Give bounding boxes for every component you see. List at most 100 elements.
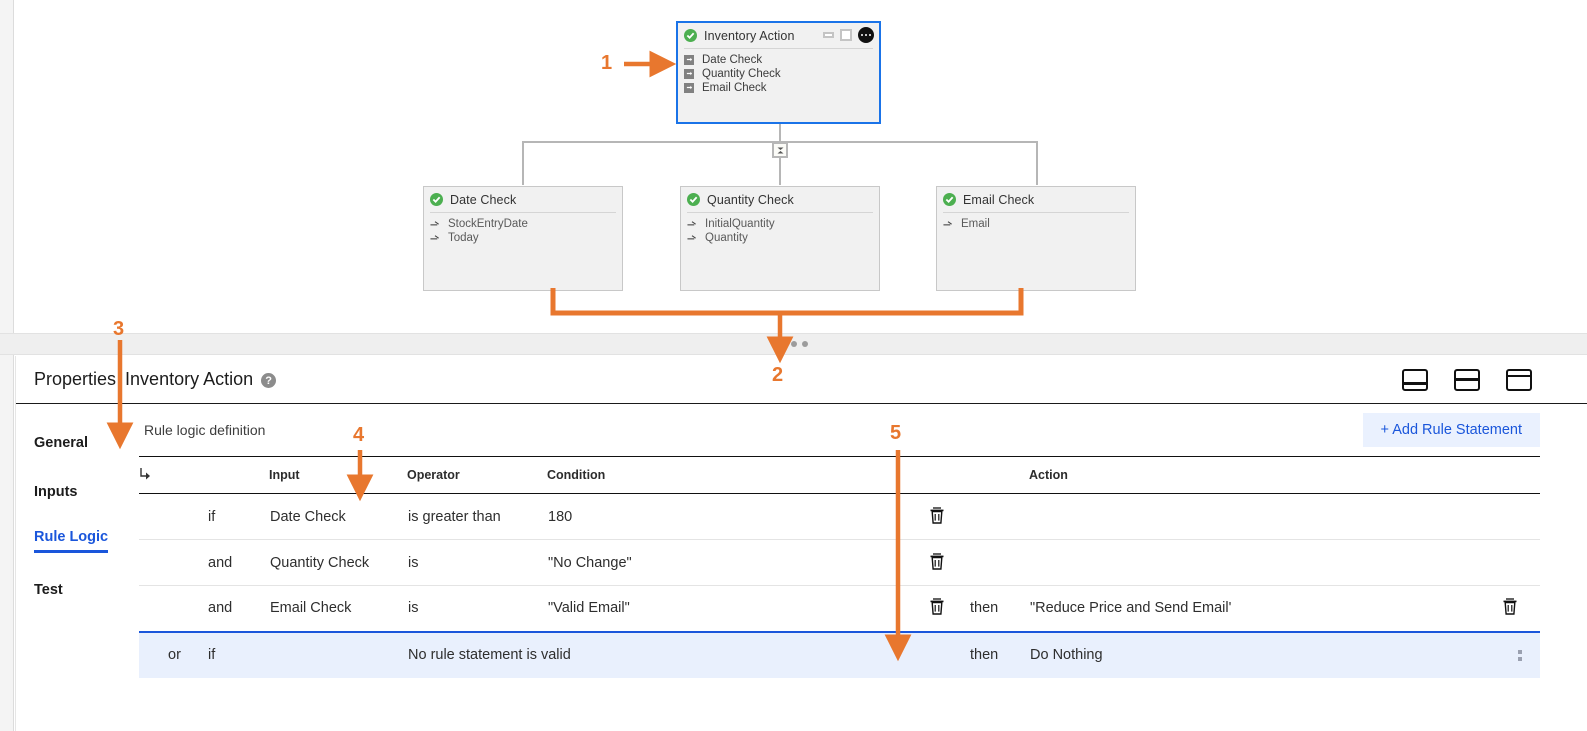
node-item-label: Quantity Check	[702, 67, 781, 80]
rule-logic-table: Input Operator Condition Action if Date …	[139, 456, 1540, 678]
trash-icon[interactable]	[1501, 596, 1519, 620]
cell-delete[interactable]	[927, 585, 969, 632]
cell-then	[969, 493, 1029, 540]
cell-input[interactable]: Date Check	[269, 493, 407, 540]
cell-then	[969, 539, 1029, 586]
more-options-icon[interactable]	[858, 27, 874, 43]
layout-split-icon[interactable]	[1454, 368, 1480, 391]
trash-icon[interactable]	[928, 596, 946, 620]
cell-delete[interactable]	[927, 493, 969, 540]
node-window-controls	[823, 27, 874, 43]
cell-if[interactable]: if	[207, 493, 269, 540]
trash-icon[interactable]	[928, 505, 946, 529]
arrow-right-icon	[430, 219, 440, 228]
node-item[interactable]: InitialQuantity	[687, 217, 873, 230]
cell-branch	[139, 585, 167, 632]
connector-to-email-check	[1036, 141, 1038, 185]
cell-connector	[167, 493, 207, 540]
node-title: Email Check	[963, 192, 1035, 207]
connector-to-quantity-check	[779, 158, 781, 185]
cell-operator[interactable]: is greater than	[407, 493, 547, 540]
connector-to-date-check	[522, 141, 524, 185]
node-item[interactable]: Email	[943, 217, 1129, 230]
check-circle-icon	[430, 193, 443, 206]
drag-handle-dots-icon[interactable]	[779, 341, 808, 347]
node-item[interactable]: Date Check	[684, 53, 873, 66]
rule-logic-content: Rule logic definition + Add Rule Stateme…	[139, 404, 1587, 731]
branch-arrow-icon	[139, 468, 151, 483]
table-row[interactable]: and Email Check is "Valid Email" then "R…	[139, 585, 1540, 632]
node-title: Inventory Action	[704, 28, 795, 43]
cell-action[interactable]	[1029, 493, 1500, 540]
node-header: Inventory Action	[678, 23, 879, 48]
node-item[interactable]: Today	[430, 231, 616, 244]
node-divider	[684, 48, 873, 49]
node-item[interactable]: Email Check	[684, 81, 873, 94]
check-circle-icon	[684, 29, 697, 42]
add-rule-statement-button[interactable]: + Add Rule Statement	[1362, 413, 1540, 447]
node-item[interactable]: Quantity Check	[684, 67, 873, 80]
cell-input[interactable]: Email Check	[269, 585, 407, 632]
page-left-gutter	[0, 0, 14, 731]
help-circle-icon[interactable]: ?	[261, 373, 277, 388]
cell-condition[interactable]: "No Change"	[547, 539, 927, 586]
cell-operator[interactable]: is	[407, 585, 547, 632]
maximize-icon[interactable]	[840, 29, 852, 41]
tab-test[interactable]: Test	[16, 565, 139, 614]
cell-delete	[927, 630, 969, 678]
table-row-default[interactable]: or if No rule statement is valid then Do…	[139, 630, 1540, 678]
minimize-icon[interactable]	[823, 32, 834, 38]
trash-icon[interactable]	[928, 551, 946, 575]
node-quantity-check[interactable]: Quantity Check InitialQuantity Quantity	[680, 186, 880, 291]
table-row[interactable]: if Date Check is greater than 180	[139, 493, 1540, 540]
connector-collapse-toggle[interactable]	[772, 142, 788, 158]
page-title: Properties	[34, 369, 117, 389]
table-body: if Date Check is greater than 180 and Qu…	[139, 493, 1540, 678]
cell-input[interactable]: Quantity Check	[269, 539, 407, 586]
column-menu	[1500, 456, 1540, 494]
node-item-label: Quantity	[705, 231, 748, 244]
cell-operator[interactable]: is	[407, 539, 547, 586]
tab-inputs[interactable]: Inputs	[16, 467, 139, 516]
column-delete	[927, 456, 969, 494]
cell-action[interactable]	[1029, 539, 1500, 586]
cell-operator: No rule statement is valid	[407, 630, 927, 678]
layout-bottom-icon[interactable]	[1402, 368, 1428, 391]
cell-delete[interactable]	[927, 539, 969, 586]
cell-action[interactable]: "Reduce Price and Send Email'	[1029, 585, 1500, 632]
cell-menu[interactable]	[1500, 630, 1540, 678]
node-title: Date Check	[450, 192, 517, 207]
cell-condition[interactable]: "Valid Email"	[547, 585, 927, 632]
properties-subject: Inventory Action	[125, 369, 254, 389]
node-header: Email Check	[937, 187, 1135, 212]
flow-canvas[interactable]: Inventory Action Date Check Quantity Che…	[15, 0, 1587, 333]
annotation-number-2: 2	[772, 364, 784, 386]
node-item-list: Date Check Quantity Check Email Check	[678, 53, 879, 94]
node-header: Quantity Check	[681, 187, 879, 212]
properties-tabs: General Inputs Rule Logic Test	[16, 404, 139, 731]
layout-top-icon[interactable]	[1506, 368, 1532, 391]
node-email-check[interactable]: Email Check Email	[936, 186, 1136, 291]
panel-divider[interactable]	[0, 333, 1587, 355]
cell-action[interactable]: Do Nothing	[1029, 630, 1500, 678]
node-inventory-action[interactable]: Inventory Action Date Check Quantity Che…	[676, 21, 881, 124]
cell-if[interactable]: and	[207, 539, 269, 586]
cell-then: then	[969, 630, 1029, 678]
table-row[interactable]: and Quantity Check is "No Change"	[139, 539, 1540, 586]
node-item[interactable]: Quantity	[687, 231, 873, 244]
cell-connector	[167, 539, 207, 586]
node-date-check[interactable]: Date Check StockEntryDate Today	[423, 186, 623, 291]
node-divider	[943, 212, 1129, 213]
cell-if[interactable]: and	[207, 585, 269, 632]
node-item[interactable]: StockEntryDate	[430, 217, 616, 230]
annotation-number-3: 3	[113, 318, 125, 340]
tab-rule-logic[interactable]: Rule Logic	[16, 516, 139, 565]
check-circle-icon	[687, 193, 700, 206]
more-vertical-icon[interactable]	[1501, 649, 1539, 661]
node-title: Quantity Check	[707, 192, 794, 207]
tab-general[interactable]: General	[16, 418, 139, 467]
arrow-right-icon	[687, 233, 697, 242]
cell-condition[interactable]: 180	[547, 493, 927, 540]
cell-action-delete[interactable]	[1500, 585, 1540, 632]
cell-connector	[167, 585, 207, 632]
